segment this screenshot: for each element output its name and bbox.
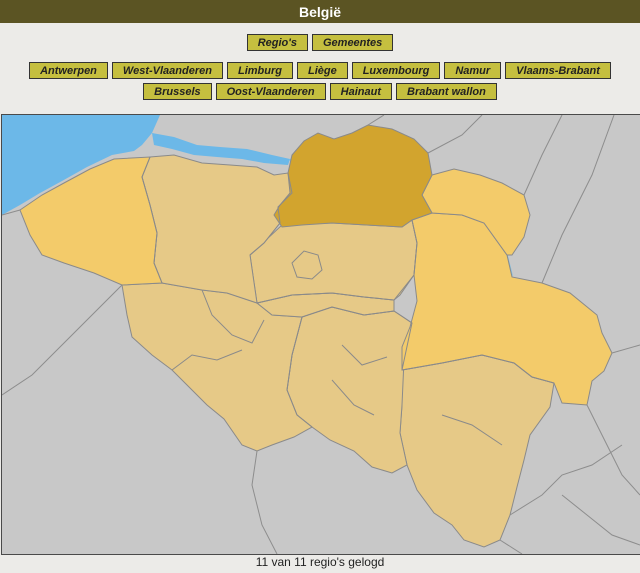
region-button-antwerpen[interactable]: Antwerpen (29, 62, 108, 79)
region-button-luxembourg[interactable]: Luxembourg (351, 62, 441, 79)
region-button-oost-vlaanderen[interactable]: Oost-Vlaanderen (215, 83, 326, 100)
region-button-brussels[interactable]: Brussels (143, 83, 212, 100)
region-button-hainaut[interactable]: Hainaut (329, 83, 392, 100)
region-button-namur[interactable]: Namur (444, 62, 502, 79)
region-button-limburg[interactable]: Limburg (226, 62, 293, 79)
region-button-brabant-wallon[interactable]: Brabant wallon (396, 83, 497, 100)
map-svg (2, 115, 640, 554)
region-button-vlaams-brabant[interactable]: Vlaams-Brabant (505, 62, 611, 79)
region-buttons-row-2: Brussels Oost-Vlaanderen Hainaut Brabant… (0, 83, 640, 100)
region-buttons-row-1: Antwerpen West-Vlaanderen Limburg Liège … (0, 62, 640, 79)
region-vlaams-brabant[interactable] (249, 219, 418, 304)
mode-tabs: Regio's Gemeentes (0, 34, 640, 51)
page-title: België (0, 0, 640, 23)
tab-gemeentes[interactable]: Gemeentes (311, 34, 394, 51)
region-button-west-vlaanderen[interactable]: West-Vlaanderen (111, 62, 223, 79)
status-text: 11 van 11 regio's gelogd (255, 555, 385, 569)
tab-regios[interactable]: Regio's (246, 34, 308, 51)
region-button-liege[interactable]: Liège (296, 62, 348, 79)
belgium-map (1, 114, 640, 555)
